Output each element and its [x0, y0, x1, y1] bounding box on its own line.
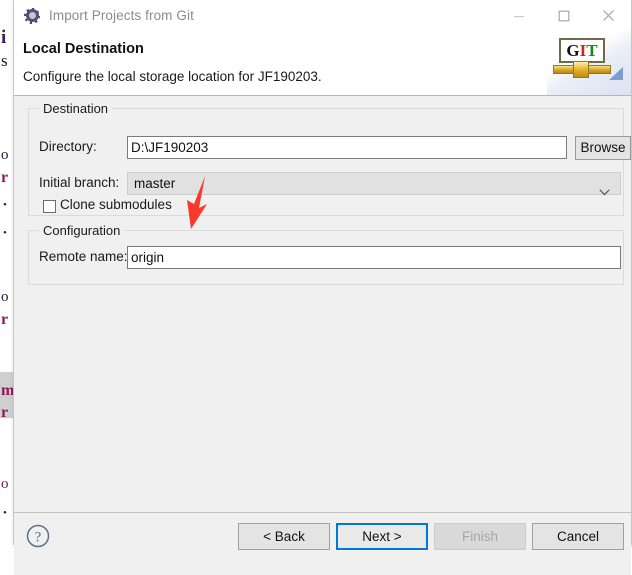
maximize-icon[interactable] [541, 0, 586, 31]
background-text-fragment: r [1, 169, 9, 186]
clone-submodules-label: Clone submodules [60, 197, 172, 212]
page-description: Configure the local storage location for… [23, 69, 322, 84]
git-letter-t: T [586, 41, 598, 60]
git-banner-icon: GIT [547, 31, 631, 95]
background-text-fragment: o [1, 476, 9, 492]
remote-name-label: Remote name: [39, 249, 128, 264]
eclipse-gear-icon [24, 7, 40, 24]
dialog-footer: ? < Back Next > Finish Cancel [14, 512, 631, 575]
clone-submodules-checkbox[interactable] [43, 200, 56, 213]
configuration-group: Configuration Remote name: [28, 223, 624, 285]
close-icon[interactable] [586, 0, 631, 31]
minimize-icon[interactable] [496, 0, 541, 31]
git-sign-graphic: GIT [559, 38, 605, 63]
initial-branch-label: Initial branch: [39, 175, 120, 190]
chevron-down-icon [599, 181, 610, 202]
svg-text:?: ? [35, 530, 42, 546]
dialog-title: Import Projects from Git [49, 8, 194, 23]
background-text-fragment: s [1, 51, 8, 70]
background-text-fragment: • [3, 507, 7, 519]
background-text-fragment: • [3, 199, 7, 211]
background-text-fragment: r [1, 311, 9, 328]
background-text-fragment: r [1, 404, 9, 421]
dialog-title-bar[interactable]: Import Projects from Git [14, 0, 631, 31]
initial-branch-dropdown[interactable]: master [127, 172, 621, 196]
browse-button[interactable]: Browse [575, 136, 631, 160]
cancel-button[interactable]: Cancel [532, 523, 624, 550]
background-text-fragment: i [1, 27, 7, 48]
configuration-group-label: Configuration [39, 223, 125, 238]
directory-input[interactable] [127, 136, 567, 159]
git-letter-g: G [566, 41, 580, 60]
dialog-body: Destination Directory: Browse Initial br… [14, 96, 631, 512]
back-button[interactable]: < Back [238, 523, 330, 550]
background-text-fragment: o [1, 147, 9, 163]
page-title: Local Destination [23, 41, 144, 57]
import-projects-from-git-dialog: Import Projects from Git Local Destinati… [13, 0, 632, 575]
wizard-header: Local Destination Configure the local st… [14, 31, 631, 96]
git-letter-i: I [579, 41, 587, 60]
help-circle-icon[interactable]: ? [25, 523, 51, 549]
git-triangle-graphic [609, 67, 623, 80]
directory-label: Directory: [39, 139, 97, 154]
background-text-fragment: • [3, 227, 7, 239]
finish-button: Finish [434, 523, 526, 550]
remote-name-input[interactable] [127, 246, 621, 269]
git-hub-graphic [573, 61, 589, 78]
background-text-fragment: o [1, 289, 9, 305]
destination-group-label: Destination [39, 101, 113, 116]
window-controls [496, 0, 631, 31]
destination-group: Destination Directory: Browse Initial br… [28, 101, 631, 216]
next-button[interactable]: Next > [336, 523, 428, 550]
initial-branch-value: master [134, 176, 176, 191]
